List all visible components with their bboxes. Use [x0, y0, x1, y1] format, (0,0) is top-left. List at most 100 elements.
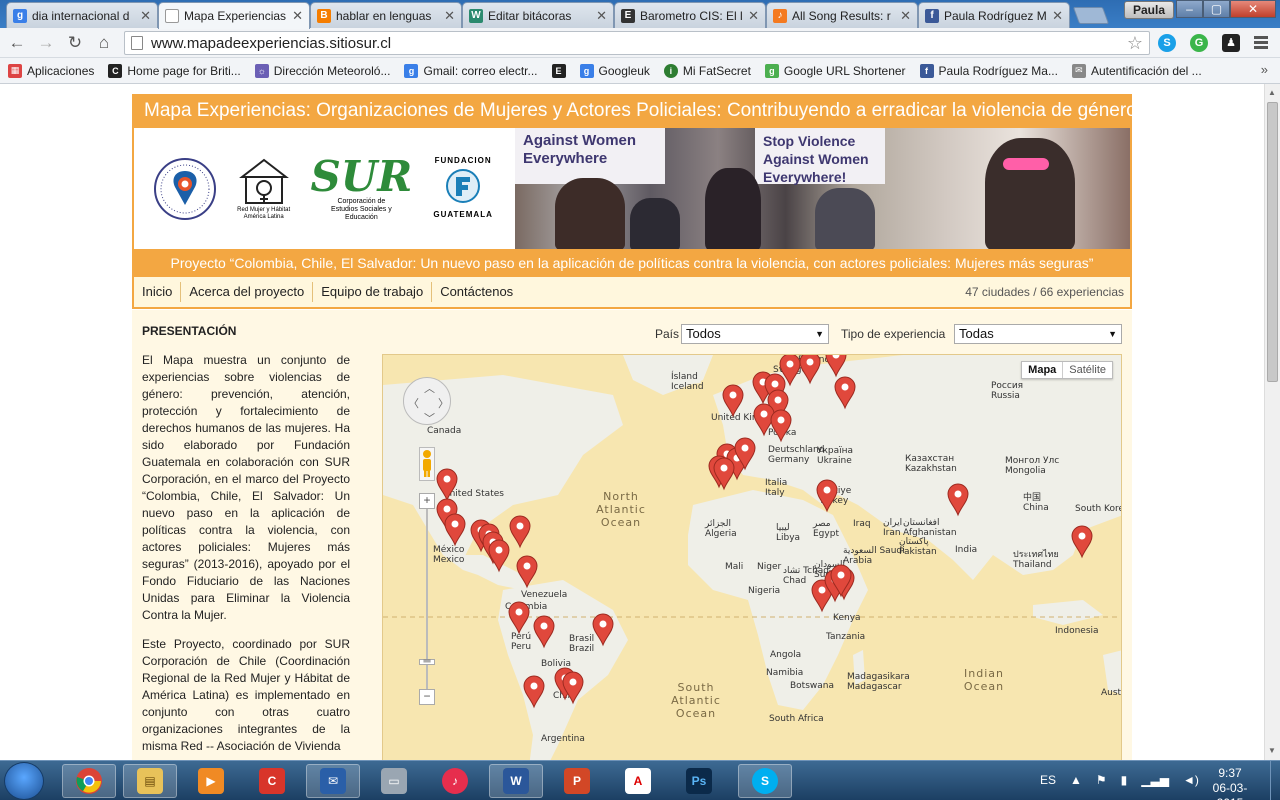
tab-3[interactable]: W Editar bitácoras ✕: [462, 2, 614, 28]
blogger-icon: B: [317, 8, 331, 23]
pegman-icon[interactable]: [419, 447, 435, 481]
map-type-control: Mapa Satélite: [1021, 361, 1113, 379]
tab-2[interactable]: B hablar en lenguas ✕: [310, 2, 462, 28]
bookmark-apps[interactable]: ▦ Aplicaciones: [8, 63, 95, 78]
protester-figure: [985, 138, 1075, 249]
scroll-down-icon[interactable]: ▼: [1268, 746, 1276, 755]
bookmark-googleuk[interactable]: g Googleuk: [579, 63, 650, 78]
clock[interactable]: 9:37 06-03-2015: [1200, 766, 1260, 800]
bookmark-engadget[interactable]: E: [551, 63, 566, 78]
close-icon[interactable]: ✕: [748, 8, 759, 24]
word-icon[interactable]: W: [489, 764, 543, 798]
nav-equipo[interactable]: Equipo de trabajo: [313, 282, 433, 302]
country-select[interactable]: Todos ▼: [681, 324, 829, 344]
file-explorer-icon[interactable]: ▤: [123, 764, 177, 798]
signal-icon[interactable]: ▁▃▅: [1141, 773, 1169, 787]
back-icon[interactable]: ←: [7, 33, 27, 53]
ccleaner-icon[interactable]: C: [245, 764, 299, 798]
new-tab-button[interactable]: [1072, 7, 1110, 24]
volume-icon[interactable]: ◄): [1183, 773, 1199, 787]
type-select[interactable]: Todas ▼: [954, 324, 1122, 344]
page-scrollbar[interactable]: ▲ ▼: [1264, 84, 1280, 760]
experiences-map[interactable]: North Atlantic Ocean South Atlantic Ocean In…: [382, 354, 1122, 760]
minimize-button[interactable]: –: [1176, 0, 1203, 18]
bookmark-facebook[interactable]: f Paula Rodríguez Ma...: [919, 63, 1058, 78]
pan-down-icon[interactable]: ﹀: [424, 410, 435, 426]
flag-icon[interactable]: ⚑: [1096, 773, 1107, 787]
close-window-button[interactable]: ✕: [1230, 0, 1276, 18]
user-badge[interactable]: Paula: [1124, 1, 1175, 19]
menu-icon[interactable]: [1254, 36, 1268, 51]
map-place-label: Iraq: [853, 519, 871, 529]
logo-guatemala-text: GUATEMALA: [433, 209, 493, 219]
chevron-more-icon[interactable]: »: [1261, 62, 1268, 77]
close-icon[interactable]: ✕: [140, 8, 151, 24]
tab-0[interactable]: g dia internacional d ✕: [6, 2, 158, 28]
language-indicator[interactable]: ES: [1040, 773, 1056, 787]
bookmark-bbc[interactable]: C Home page for Briti...: [108, 63, 241, 78]
bookmark-url-shortener[interactable]: g Google URL Shortener: [764, 63, 906, 78]
grammarly-extension-icon[interactable]: G: [1190, 34, 1208, 52]
zoom-slider-handle[interactable]: ═: [419, 657, 435, 667]
pan-left-icon[interactable]: 〈: [408, 395, 419, 411]
close-icon[interactable]: ✕: [444, 8, 455, 24]
close-icon[interactable]: ✕: [1052, 8, 1063, 24]
bookmark-gmail[interactable]: g Gmail: correo electr...: [404, 63, 538, 78]
scanner-icon[interactable]: ▭: [367, 764, 421, 798]
tray-expand-icon[interactable]: ▲: [1070, 773, 1082, 787]
nav-acerca[interactable]: Acerca del proyecto: [181, 282, 314, 302]
bookmark-weather[interactable]: ☼ Dirección Meteoroló...: [254, 63, 390, 78]
google-icon: g: [404, 63, 419, 78]
zoom-out-button[interactable]: −: [419, 689, 435, 705]
logo-sur: SUR Corporación de Estudios Sociales y E…: [310, 155, 412, 222]
map-place-label: México Mexico: [433, 544, 465, 565]
extension-icon[interactable]: ♟: [1222, 34, 1240, 52]
scroll-up-icon[interactable]: ▲: [1268, 88, 1276, 97]
itunes-icon[interactable]: ♪: [428, 764, 482, 798]
nav-inicio[interactable]: Inicio: [134, 282, 182, 302]
thunderbird-icon[interactable]: ✉: [306, 764, 360, 798]
tab-4[interactable]: E Barometro CIS: El l ✕: [614, 2, 766, 28]
start-button[interactable]: [4, 762, 44, 800]
ocean-label: Indian Ocean: [964, 667, 1004, 693]
tab-label: Mapa Experiencias: [184, 9, 287, 23]
powerpoint-icon[interactable]: P: [550, 764, 604, 798]
zoom-in-button[interactable]: +: [419, 493, 435, 509]
home-icon[interactable]: ⌂: [94, 33, 114, 53]
pan-control[interactable]: ︿ ﹀ 〈 〉: [403, 377, 451, 425]
tab-6[interactable]: f Paula Rodríguez M ✕: [918, 2, 1070, 28]
content-area: PRESENTACIÓN El Mapa muestra un conjunto…: [132, 310, 1132, 760]
maximize-button[interactable]: ▢: [1203, 0, 1230, 18]
zoom-slider-track[interactable]: [426, 497, 428, 697]
reload-icon[interactable]: ↻: [65, 33, 85, 53]
bookmark-label: Aplicaciones: [27, 63, 95, 78]
skype-icon[interactable]: S: [738, 764, 792, 798]
pan-up-icon[interactable]: ︿: [424, 380, 435, 396]
address-bar[interactable]: www.mapadeexperiencias.sitiosur.cl ☆: [124, 31, 1150, 55]
tab-strip: g dia internacional d ✕ Mapa Experiencia…: [0, 0, 1280, 29]
experience-count: 47 ciudades / 66 experiencias: [965, 285, 1124, 299]
media-player-icon[interactable]: ▶: [184, 764, 238, 798]
tab-5[interactable]: ♪ All Song Results: r ✕: [766, 2, 918, 28]
bookmark-auth[interactable]: ✉ Autentificación del ...: [1071, 63, 1202, 78]
skype-extension-icon[interactable]: S: [1158, 34, 1176, 52]
forward-icon[interactable]: →: [36, 33, 56, 53]
close-icon[interactable]: ✕: [292, 8, 303, 24]
map-type-mapa[interactable]: Mapa: [1022, 362, 1064, 378]
close-icon[interactable]: ✕: [596, 8, 607, 24]
photoshop-icon[interactable]: Ps: [672, 764, 726, 798]
tab-1[interactable]: Mapa Experiencias ✕: [158, 2, 310, 29]
show-desktop-button[interactable]: [1270, 761, 1280, 800]
acrobat-icon[interactable]: A: [611, 764, 665, 798]
network-icon[interactable]: ▮: [1121, 773, 1128, 787]
scrollbar-thumb[interactable]: [1267, 102, 1278, 382]
close-icon[interactable]: ✕: [900, 8, 911, 24]
nav-contacto[interactable]: Contáctenos: [432, 282, 521, 302]
type-filter-label: Tipo de experiencia: [841, 327, 946, 341]
pan-right-icon[interactable]: 〉: [438, 395, 449, 411]
bookmark-fatsecret[interactable]: i Mi FatSecret: [663, 63, 751, 78]
chrome-icon[interactable]: [62, 764, 116, 798]
music-icon: ♪: [773, 8, 787, 23]
map-type-satelite[interactable]: Satélite: [1063, 362, 1112, 378]
bookmark-star-icon[interactable]: ☆: [1127, 33, 1143, 54]
